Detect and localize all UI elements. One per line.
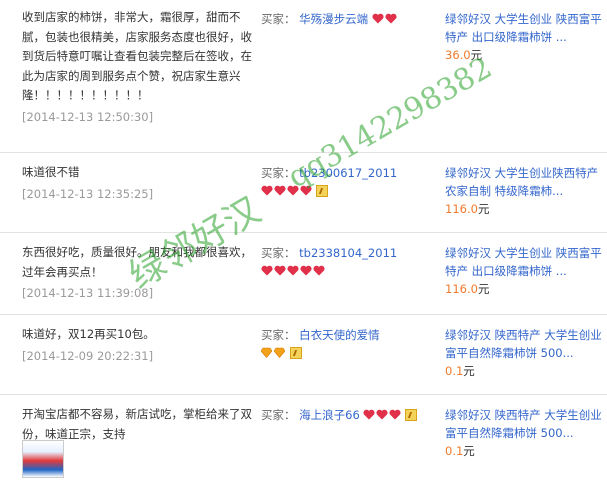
heart-icon	[300, 185, 312, 196]
comment-text: 开淘宝店都不容易，新店试吃，掌柜给来了双份，味道正宗，支持	[22, 407, 252, 441]
review-comment: 味道很不错 [2014-12-13 12:35:25]	[22, 163, 252, 204]
price-value: 116.0	[445, 282, 478, 296]
review-row: 开淘宝店都不容易，新店试吃，掌柜给来了双份，味道正宗，支持 买家： 海上浪子66…	[0, 395, 607, 495]
price-unit: 元	[470, 48, 483, 62]
review-photo-thumbnail[interactable]	[22, 440, 64, 478]
buyer-name-link[interactable]: tb2338104_2011	[299, 246, 397, 260]
comment-text: 味道好，双12再买10包。	[22, 327, 155, 341]
review-date: [2014-12-13 12:35:25]	[22, 186, 154, 201]
credit-badges	[372, 12, 398, 26]
comment-text: 东西很好吃，质量很好。朋友和我都很喜欢，过年会再买点！	[22, 245, 252, 279]
heart-icon	[274, 265, 286, 276]
buyer-label: 买家：	[261, 408, 296, 422]
heart-icon	[313, 265, 325, 276]
price-value: 0.1	[445, 444, 464, 458]
buyer-info: 买家： tb2300617_2011	[261, 164, 436, 200]
review-row: 味道好，双12再买10包。 [2014-12-09 20:22:31] 买家： …	[0, 315, 607, 395]
buyer-label: 买家：	[261, 166, 296, 180]
vip-badge-icon	[290, 347, 302, 359]
buyer-name-link[interactable]: 华殇漫步云端	[299, 12, 368, 26]
buyer-label: 买家：	[261, 12, 296, 26]
diamond-icon	[261, 347, 272, 358]
review-row: 东西很好吃，质量很好。朋友和我都很喜欢，过年会再买点！ [2014-12-13 …	[0, 233, 607, 315]
buyer-info: 买家： tb2338104_2011	[261, 244, 436, 280]
product-title-link[interactable]: 绿邻好汉 陕西特产 大学生创业富平自然降霜柿饼 500...	[445, 326, 605, 362]
vip-badge-icon	[405, 409, 418, 421]
review-date: [2014-12-13 12:50:30]	[22, 109, 154, 124]
price-unit: 元	[477, 202, 490, 216]
price-unit: 元	[463, 444, 475, 458]
product-title-link[interactable]: 绿邻好汉 大学生创业 陕西富平特产 出口级降霜柿饼 ...	[445, 244, 605, 280]
credit-badges	[261, 182, 436, 200]
review-row: 收到店家的柿饼，非常大，霜很厚，甜而不腻，包装也很精美，店家服务态度也很好，收到…	[0, 0, 607, 153]
buyer-info: 买家： 白衣天使的爱情	[261, 326, 436, 362]
review-row: 味道很不错 [2014-12-13 12:35:25] 买家： tb230061…	[0, 153, 607, 233]
buyer-name-link[interactable]: tb2300617_2011	[299, 166, 397, 180]
heart-icon	[274, 185, 286, 196]
heart-icon	[372, 13, 384, 24]
buyer-name-link[interactable]: 白衣天使的爱情	[299, 328, 380, 342]
heart-icon	[261, 185, 273, 196]
credit-badges	[363, 408, 418, 422]
comment-text: 收到店家的柿饼，非常大，霜很厚，甜而不腻，包装也很精美，店家服务态度也很好，收到…	[22, 10, 252, 102]
comment-text: 味道很不错	[22, 165, 80, 179]
price-value: 116.0	[445, 202, 478, 216]
heart-icon	[300, 265, 312, 276]
buyer-label: 买家：	[261, 328, 296, 342]
review-comment: 开淘宝店都不容易，新店试吃，掌柜给来了双份，味道正宗，支持	[22, 405, 252, 444]
product-info: 绿邻好汉 大学生创业 陕西富平特产 出口级降霜柿饼 ... 36.0元	[445, 10, 605, 64]
vip-badge-icon	[316, 185, 328, 197]
product-title-link[interactable]: 绿邻好汉 陕西特产 大学生创业富平自然降霜柿饼 500...	[445, 406, 605, 442]
credit-badges	[261, 344, 436, 362]
product-info: 绿邻好汉 陕西特产 大学生创业富平自然降霜柿饼 500... 0.1元	[445, 406, 605, 460]
price-value: 36.0	[445, 48, 471, 62]
heart-icon	[261, 265, 273, 276]
buyer-info: 买家： 华殇漫步云端	[261, 10, 436, 28]
buyer-label: 买家：	[261, 246, 296, 260]
heart-icon	[389, 409, 402, 420]
product-info: 绿邻好汉 大学生创业 陕西富平特产 出口级降霜柿饼 ... 116.0元	[445, 244, 605, 298]
price-unit: 元	[477, 282, 490, 296]
price-value: 0.1	[445, 364, 464, 378]
product-info: 绿邻好汉 大学生创业陕西特产农家自制 特级降霜柿... 116.0元	[445, 164, 605, 218]
heart-icon	[385, 13, 397, 24]
review-comment: 收到店家的柿饼，非常大，霜很厚，甜而不腻，包装也很精美，店家服务态度也很好，收到…	[22, 8, 252, 127]
price-unit: 元	[463, 364, 475, 378]
review-comment: 味道好，双12再买10包。 [2014-12-09 20:22:31]	[22, 325, 252, 366]
review-comment: 东西很好吃，质量很好。朋友和我都很喜欢，过年会再买点！ [2014-12-13 …	[22, 243, 252, 304]
product-title-link[interactable]: 绿邻好汉 大学生创业陕西特产农家自制 特级降霜柿...	[445, 164, 605, 200]
product-title-link[interactable]: 绿邻好汉 大学生创业 陕西富平特产 出口级降霜柿饼 ...	[445, 10, 605, 46]
buyer-info: 买家： 海上浪子66	[261, 406, 436, 424]
product-info: 绿邻好汉 陕西特产 大学生创业富平自然降霜柿饼 500... 0.1元	[445, 326, 605, 380]
diamond-icon	[274, 347, 285, 358]
review-date: [2014-12-09 20:22:31]	[22, 348, 154, 363]
buyer-name-link[interactable]: 海上浪子66	[299, 408, 360, 422]
credit-badges	[261, 262, 436, 280]
heart-icon	[363, 409, 376, 420]
review-date: [2014-12-13 11:39:08]	[22, 286, 154, 300]
heart-icon	[287, 185, 299, 196]
heart-icon	[376, 409, 389, 420]
heart-icon	[287, 265, 299, 276]
